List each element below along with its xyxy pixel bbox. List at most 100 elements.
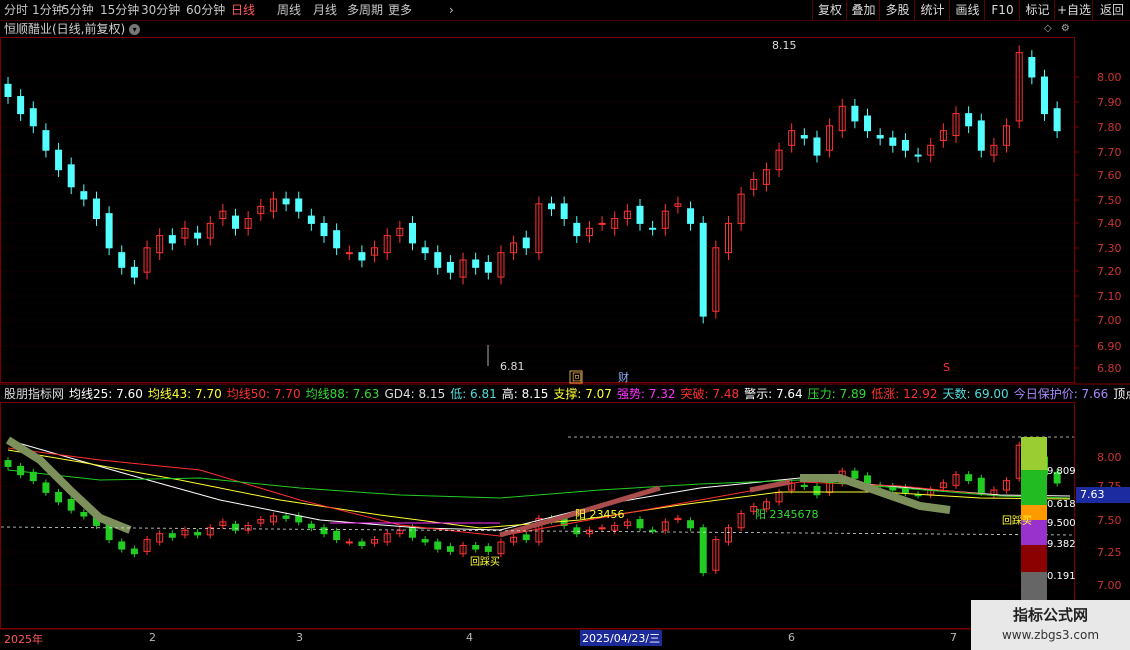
- sub-axis-label: 7.00: [1097, 579, 1122, 592]
- candle-body: [29, 108, 37, 127]
- sub-candle-body: [434, 541, 442, 550]
- indicator-item: 强势: 7.32: [616, 387, 676, 401]
- price-axis-label: 6.90: [1097, 340, 1122, 353]
- fib-label: 9.500: [1047, 518, 1076, 529]
- date-tick: 2: [149, 631, 156, 644]
- sub-candle-body: [4, 460, 12, 467]
- fib-label: 9.382: [1047, 539, 1076, 550]
- sub-candle-body: [977, 477, 985, 493]
- sub-axis-label: 7.25: [1097, 546, 1122, 559]
- sub-candle-body: [649, 529, 657, 532]
- indicator-item: 低涨: 12.92: [871, 387, 938, 401]
- price-axis-label: 7.30: [1097, 242, 1122, 255]
- candle-body: [118, 252, 126, 268]
- sub-candle-body: [421, 539, 429, 543]
- yang-label: 阳 2345678: [755, 508, 819, 521]
- kline-chart[interactable]: 8.00 7.90 7.80 7.70 7.60 7.50 7.40 7.30 7.20 7.10…: [0, 0, 1130, 650]
- date-tick: 7: [950, 631, 957, 644]
- indicator-item: 压力: 7.89: [807, 387, 867, 401]
- indicator-item: 天数: 69.00: [942, 387, 1009, 401]
- date-tick: 2025年: [4, 633, 43, 646]
- candle-body: [307, 215, 315, 224]
- main-frame: [0, 37, 1075, 383]
- candle-body: [194, 232, 202, 239]
- sub-candle-body: [118, 541, 126, 550]
- candle-body: [484, 261, 492, 273]
- sub-candle-body: [295, 515, 303, 523]
- sub-candle-body: [282, 515, 290, 519]
- price-axis-label: 7.80: [1097, 121, 1122, 134]
- strong-band: [749, 479, 791, 493]
- candle-body: [636, 205, 644, 224]
- price-axis-label: 7.10: [1097, 290, 1122, 303]
- hui-mai-label: 回踩买: [1002, 515, 1032, 527]
- sub-candle-body: [699, 527, 707, 574]
- indicator-item: 股朋指标网: [4, 387, 65, 401]
- candle-body: [1028, 56, 1036, 78]
- sub-candle-body: [522, 534, 530, 541]
- candle-body: [168, 235, 176, 244]
- fib-label: 9.809: [1047, 466, 1076, 477]
- date-tick: 3: [296, 631, 303, 644]
- sub-candle-body: [67, 498, 75, 511]
- hui-marker: 回: [572, 372, 582, 384]
- candle-body: [446, 261, 454, 273]
- fib-label: 0.618: [1047, 499, 1076, 510]
- candle-body: [17, 96, 25, 115]
- candle-body: [105, 213, 113, 249]
- fib-block: [1021, 572, 1047, 600]
- sub-candle-body: [17, 465, 25, 476]
- sub-candle-body: [358, 541, 366, 547]
- indicator-item: 均线88: 7.63: [305, 387, 380, 401]
- candle-body: [901, 139, 909, 151]
- date-tick: 4: [466, 631, 473, 644]
- candle-body: [800, 135, 808, 139]
- candle-body: [699, 222, 707, 317]
- sub-candle-body: [965, 474, 973, 482]
- fib-block: [1021, 437, 1047, 470]
- crosshair-date: 2025/04/23/三: [580, 630, 663, 646]
- candle-body: [813, 137, 821, 156]
- candle-body: [914, 154, 922, 157]
- sub-candle-body: [484, 546, 492, 552]
- candle-body: [522, 237, 530, 249]
- candle-body: [965, 113, 973, 127]
- indicator-item: 警示: 7.64: [744, 387, 803, 401]
- low-label: 6.81: [500, 360, 525, 373]
- candle-body: [92, 198, 100, 220]
- candle-body: [232, 215, 240, 229]
- current-price-tag: 7.63: [1076, 487, 1130, 503]
- sub-candle-body: [687, 520, 695, 529]
- candle-body: [320, 222, 328, 237]
- price-axis-label: 7.00: [1097, 314, 1122, 327]
- indicator-item: GD4: 8.15: [384, 387, 446, 401]
- candle-body: [421, 247, 429, 254]
- sub-candle-body: [598, 527, 606, 530]
- candle-body: [42, 130, 50, 151]
- sub-axis-label: 8.00: [1097, 451, 1122, 464]
- candle-body: [573, 222, 581, 237]
- sub-candle-body: [320, 527, 328, 535]
- price-axis-label: 7.90: [1097, 96, 1122, 109]
- sub-frame: [0, 402, 1075, 629]
- sub-candle-body: [29, 471, 37, 482]
- cai-marker: 财: [618, 370, 629, 384]
- sub-candle-body: [446, 546, 454, 552]
- sub-candle-body: [42, 482, 50, 493]
- watermark-title: 指标公式网: [1012, 606, 1088, 624]
- hui-mai-label: 回踩买: [470, 556, 500, 568]
- indicator-item: 突破: 7.48: [680, 387, 740, 401]
- sub-axis-label: 7.50: [1097, 514, 1122, 527]
- candle-body: [345, 252, 353, 255]
- candle-body: [1053, 108, 1061, 132]
- candle-body: [282, 198, 290, 205]
- candle-body: [55, 149, 63, 171]
- candle-body: [295, 198, 303, 212]
- s-marker: S: [943, 361, 950, 374]
- indicator-item: 均线25: 7.60: [69, 387, 143, 401]
- candle-body: [851, 105, 859, 122]
- candle-body: [560, 203, 568, 220]
- fib-block: [1021, 545, 1047, 572]
- candle-body: [876, 135, 884, 139]
- sub-candle-body: [800, 484, 808, 488]
